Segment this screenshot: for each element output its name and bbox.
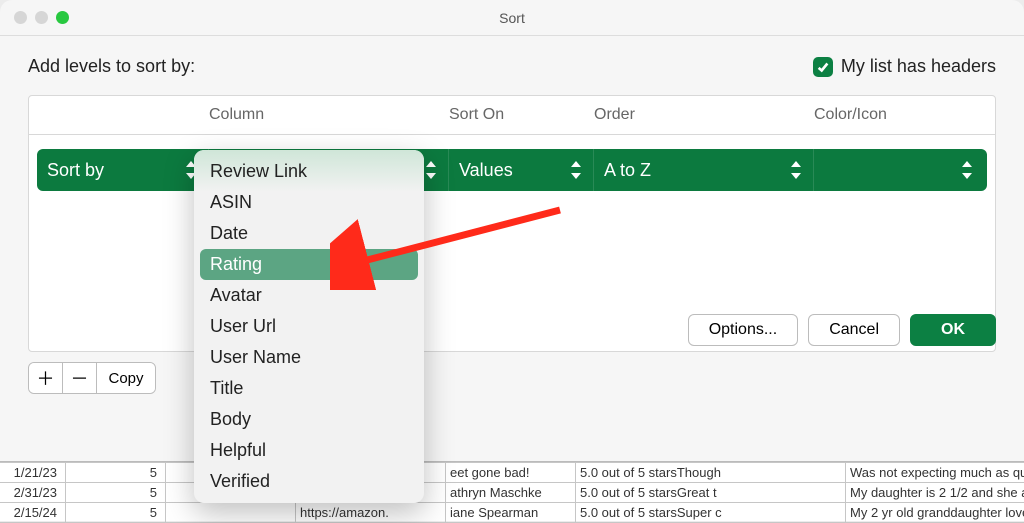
- window-title: Sort: [0, 10, 1024, 26]
- headers-checkbox-label: My list has headers: [841, 56, 996, 77]
- col-header-sort-on: Sort On: [449, 106, 594, 124]
- sort-by-label-cell: Sort by: [37, 149, 209, 191]
- cancel-button[interactable]: Cancel: [808, 314, 900, 346]
- col-header-column: Column: [209, 106, 449, 124]
- stepper-icon: [791, 160, 803, 180]
- dropdown-option[interactable]: Rating: [200, 249, 418, 280]
- copy-level-button[interactable]: Copy: [97, 363, 155, 393]
- dropdown-option[interactable]: User Url: [200, 311, 418, 342]
- dropdown-option[interactable]: ASIN: [200, 187, 418, 218]
- stepper-icon: [571, 160, 583, 180]
- sort-level-row: Sort by Values A to Z: [37, 149, 987, 191]
- dropdown-option[interactable]: Helpful: [200, 435, 418, 466]
- dropdown-option[interactable]: Title: [200, 373, 418, 404]
- table-row: 2/15/245https://amazon.iane Spearman5.0 …: [0, 503, 1024, 523]
- dropdown-option[interactable]: Review Link: [200, 156, 418, 187]
- table-row: 1/21/235https://amazon.eet gone bad!5.0 …: [0, 463, 1024, 483]
- stepper-icon: [962, 160, 974, 180]
- column-dropdown-menu[interactable]: Review LinkASINDateRatingAvatarUser UrlU…: [194, 150, 424, 503]
- options-button[interactable]: Options...: [688, 314, 798, 346]
- background-spreadsheet: 1/21/235https://amazon.eet gone bad!5.0 …: [0, 461, 1024, 521]
- remove-level-button[interactable]: －: [63, 363, 97, 393]
- stepper-icon: [426, 160, 438, 180]
- col-header-coloricon: Color/Icon: [814, 106, 984, 124]
- dropdown-option[interactable]: Body: [200, 404, 418, 435]
- dropdown-option[interactable]: Date: [200, 218, 418, 249]
- table-row: 2/31/235https://amazon.athryn Maschke5.0…: [0, 483, 1024, 503]
- col-header-order: Order: [594, 106, 814, 124]
- dropdown-option[interactable]: Verified: [200, 466, 418, 497]
- titlebar: Sort: [0, 0, 1024, 36]
- sort-on-select[interactable]: Values: [449, 149, 594, 191]
- headers-checkbox[interactable]: My list has headers: [813, 56, 996, 77]
- dropdown-option[interactable]: Avatar: [200, 280, 418, 311]
- ok-button[interactable]: OK: [910, 314, 996, 346]
- order-select[interactable]: A to Z: [594, 149, 814, 191]
- color-icon-select[interactable]: [814, 149, 984, 191]
- dropdown-option[interactable]: User Name: [200, 342, 418, 373]
- check-icon: [813, 57, 833, 77]
- prompt-label: Add levels to sort by:: [28, 56, 195, 77]
- add-level-button[interactable]: ＋: [29, 363, 63, 393]
